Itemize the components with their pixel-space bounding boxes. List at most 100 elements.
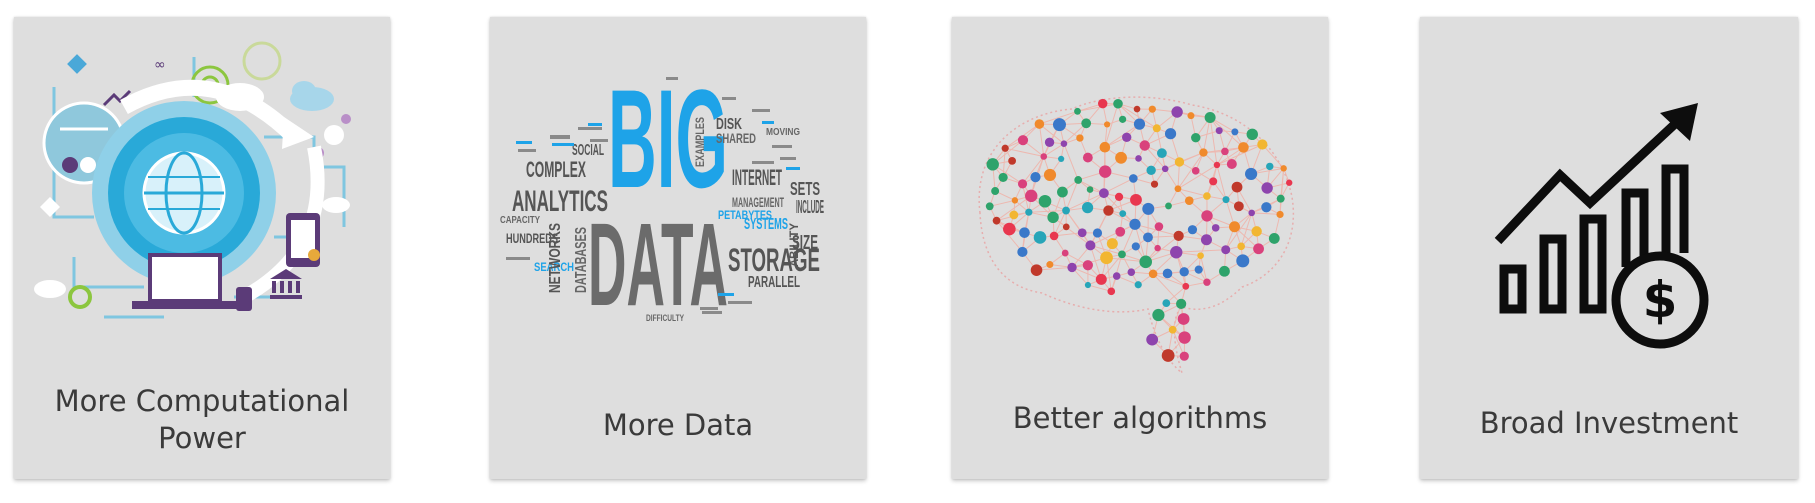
- network-node: [1081, 118, 1092, 129]
- network-link: [1251, 212, 1281, 215]
- svg-text:$: $: [1643, 271, 1678, 329]
- network-node: [1085, 240, 1096, 251]
- word-examples: EXAMPLES: [693, 117, 707, 167]
- bar-3: [1579, 214, 1607, 314]
- network-node: [1047, 211, 1059, 224]
- network-node: [1266, 162, 1274, 171]
- network-node: [1179, 351, 1189, 361]
- network-node: [1187, 225, 1198, 235]
- network-link: [1216, 164, 1227, 200]
- word-shared: SHARED: [716, 130, 756, 146]
- network-node: [1061, 249, 1069, 257]
- network-node: [1276, 210, 1284, 219]
- network-node: [1219, 265, 1230, 277]
- network-node: [991, 187, 1000, 196]
- network-link: [1063, 143, 1079, 181]
- network-node: [1133, 105, 1141, 113]
- network-node: [1154, 222, 1164, 231]
- network-node: [1161, 349, 1175, 362]
- network-node: [1152, 124, 1161, 133]
- word-sets: SETS: [790, 179, 820, 199]
- network-node: [1268, 233, 1280, 244]
- word-difficulty: DIFFICULTY: [646, 313, 684, 323]
- network-node: [1062, 206, 1070, 215]
- network-node: [1238, 142, 1249, 153]
- network-node: [1043, 168, 1057, 182]
- network-node: [1229, 221, 1241, 233]
- network-node: [1184, 196, 1194, 205]
- network-node: [1168, 325, 1177, 334]
- card-caption: Better algorithms: [1012, 401, 1268, 435]
- network-node: [1233, 201, 1244, 212]
- network-node: [1174, 185, 1182, 193]
- word-parallel: PARALLEL: [748, 274, 800, 291]
- wrench-icon: [67, 54, 87, 74]
- network-link: [1164, 168, 1179, 190]
- network-node: [1077, 228, 1087, 238]
- pin-icon: [308, 249, 320, 261]
- computational-power-icon: ∞: [34, 41, 351, 319]
- network-node: [1058, 155, 1065, 163]
- network-node: [1122, 132, 1132, 142]
- bar-1: [1499, 264, 1527, 314]
- network-node: [1182, 282, 1190, 290]
- card-better-algorithms: Better algorithms: [952, 17, 1328, 479]
- network-node: [1115, 151, 1127, 164]
- network-node: [1082, 152, 1093, 163]
- network-node: [1095, 273, 1107, 285]
- investment-growth-icon: $: [1494, 103, 1709, 349]
- network-node: [1177, 313, 1190, 325]
- network-node: [1150, 180, 1159, 188]
- network-node: [1084, 281, 1092, 289]
- network-node: [1142, 202, 1155, 215]
- network-node: [1049, 231, 1059, 241]
- network-node: [1082, 260, 1093, 271]
- network-node: [1074, 176, 1083, 184]
- network-node: [1067, 262, 1077, 273]
- network-node: [1246, 128, 1258, 141]
- network-node: [1115, 226, 1126, 237]
- network-node: [1019, 227, 1030, 238]
- shield-icon: [40, 197, 60, 217]
- network-node: [1261, 202, 1272, 213]
- network-node: [1100, 251, 1113, 265]
- network-node: [1107, 287, 1116, 296]
- svg-text:∞: ∞: [154, 57, 166, 73]
- network-node: [1008, 156, 1017, 165]
- word-moving: MOVING: [766, 127, 800, 138]
- network-node: [1092, 228, 1103, 238]
- big-data-word-cloud: BIG DATA ANALYTICS COMPLEX STORAGE INTER…: [500, 60, 824, 331]
- word-petabytes: PETABYTES: [718, 208, 772, 222]
- network-node: [1187, 112, 1195, 120]
- network-node: [1135, 155, 1142, 162]
- network-node: [1139, 255, 1153, 269]
- network-node: [1060, 140, 1068, 148]
- network-node: [1253, 243, 1264, 255]
- network-node: [1148, 105, 1156, 113]
- network-node: [1129, 218, 1141, 230]
- bar-2: [1539, 234, 1567, 314]
- network-node: [1174, 157, 1185, 167]
- network-node: [1226, 158, 1237, 169]
- network-node: [1215, 127, 1223, 135]
- network-node: [1057, 186, 1068, 198]
- network-node: [1017, 179, 1028, 189]
- network-node: [992, 216, 1001, 225]
- network-node: [1162, 299, 1171, 308]
- network-node: [1086, 186, 1094, 193]
- network-link: [1177, 188, 1208, 197]
- network-node: [1112, 272, 1121, 280]
- network-node: [1130, 193, 1142, 206]
- network-node: [1203, 278, 1211, 286]
- network-node: [1113, 98, 1123, 109]
- network-node: [1236, 254, 1250, 268]
- network-node: [1201, 210, 1213, 222]
- card-caption: More Computational Power: [54, 384, 350, 455]
- network-node: [1046, 261, 1054, 269]
- network-node: [1009, 210, 1019, 220]
- network-node: [1098, 98, 1108, 109]
- network-node: [1170, 246, 1183, 259]
- network-node: [1178, 331, 1191, 344]
- network-node: [1165, 202, 1172, 210]
- network-node: [1221, 147, 1229, 156]
